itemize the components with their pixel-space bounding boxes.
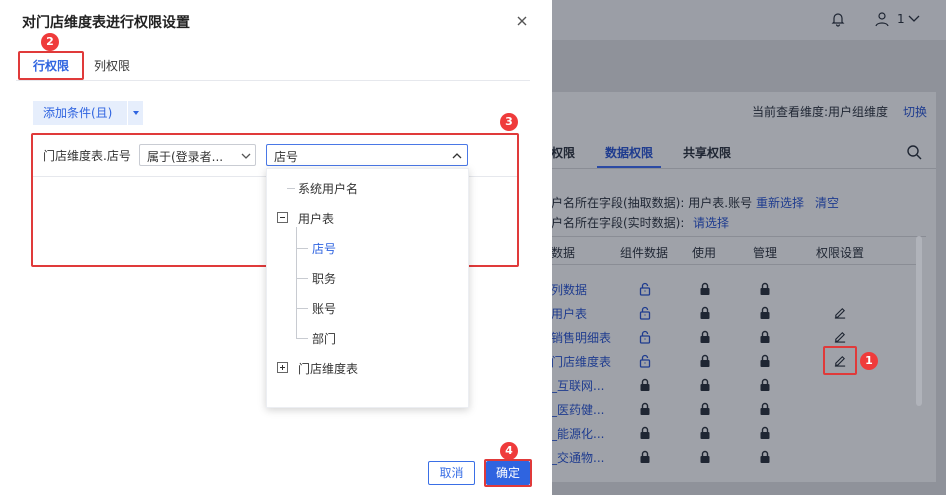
- tree-connector: [296, 278, 308, 279]
- lock-icon[interactable]: [638, 378, 652, 392]
- tree-collapse-toggle[interactable]: [277, 212, 288, 223]
- marker-badge-1: 1: [860, 352, 878, 370]
- lock-icon[interactable]: [698, 402, 712, 416]
- tree-item-position[interactable]: 职务: [312, 270, 336, 287]
- lock-icon[interactable]: [698, 450, 712, 464]
- table-row-name[interactable]: _能源化...: [551, 425, 604, 442]
- clear-link[interactable]: 清空: [815, 194, 839, 211]
- tab-divider: [540, 168, 936, 169]
- tab-row-permission[interactable]: 行权限: [33, 57, 69, 74]
- lock-icon[interactable]: [638, 426, 652, 440]
- lock-icon[interactable]: [698, 378, 712, 392]
- permission-dialog: 对门店维度表进行权限设置 2 行权限 列权限 添加条件(且) 3 门店维度表.店…: [0, 0, 552, 495]
- select-link[interactable]: 请选择: [693, 214, 729, 231]
- operator-select[interactable]: 属于(登录者...: [139, 144, 256, 166]
- reselect-link[interactable]: 重新选择: [756, 194, 804, 211]
- bell-icon[interactable]: [830, 11, 846, 27]
- add-condition-dropdown-button[interactable]: [127, 101, 143, 125]
- chevron-down-icon: [241, 153, 251, 159]
- table-row-name[interactable]: _互联网...: [551, 377, 604, 394]
- unlock-icon[interactable]: [638, 282, 652, 296]
- cancel-button[interactable]: 取消: [428, 461, 475, 485]
- search-icon[interactable]: [906, 144, 922, 160]
- field-row-extract-label: 户名所在字段(抽取数据): 用户表.账号: [551, 196, 753, 210]
- table-row-name[interactable]: 用户表: [551, 305, 587, 322]
- marker-badge-4: 4: [500, 442, 518, 460]
- view-info-label: 当前查看维度:用户组维度: [752, 105, 889, 119]
- table-header-line: [540, 264, 916, 265]
- tree-item-system-username[interactable]: 系统用户名: [298, 180, 358, 197]
- table-row-name[interactable]: _医药健...: [551, 401, 604, 418]
- edit-highlight-box: [823, 346, 857, 375]
- close-icon[interactable]: [513, 12, 531, 30]
- value-dropdown-tree: 系统用户名 用户表 店号 职务 账号 部门 门店维度表: [266, 168, 469, 408]
- lock-icon[interactable]: [638, 450, 652, 464]
- lock-icon[interactable]: [638, 402, 652, 416]
- table-row-name[interactable]: 列数据: [551, 281, 587, 298]
- user-icon[interactable]: [874, 11, 890, 27]
- table-row-name[interactable]: 门店维度表: [551, 353, 611, 370]
- table-row-name[interactable]: 销售明细表: [551, 329, 611, 346]
- tab-permission[interactable]: 权限: [551, 144, 575, 161]
- add-condition-button[interactable]: 添加条件(且): [33, 101, 127, 125]
- user-count: 1: [897, 12, 905, 26]
- confirm-button[interactable]: 确定: [486, 461, 530, 485]
- tree-item-store-dimension-table[interactable]: 门店维度表: [298, 360, 358, 377]
- switch-link[interactable]: 切换: [903, 103, 927, 120]
- lock-icon[interactable]: [698, 306, 712, 320]
- value-select[interactable]: 店号: [266, 144, 468, 166]
- lock-icon[interactable]: [698, 282, 712, 296]
- chevron-up-icon: [452, 153, 462, 159]
- th-use: 使用: [692, 246, 717, 260]
- lock-icon[interactable]: [758, 402, 772, 416]
- lock-icon[interactable]: [758, 378, 772, 392]
- tree-item-store-no[interactable]: 店号: [312, 240, 336, 257]
- tree-connector: [296, 227, 297, 338]
- dialog-title: 对门店维度表进行权限设置: [22, 15, 190, 31]
- tree-item-user-table[interactable]: 用户表: [298, 210, 334, 227]
- edit-icon[interactable]: [833, 329, 847, 343]
- edit-icon[interactable]: [833, 305, 847, 319]
- chevron-down-icon[interactable]: [908, 14, 920, 24]
- condition-field-label: 门店维度表.店号: [43, 149, 131, 163]
- permission-panel: [540, 92, 936, 482]
- table-top-line: [540, 236, 926, 237]
- lock-icon[interactable]: [698, 354, 712, 368]
- lock-icon[interactable]: [698, 426, 712, 440]
- lock-icon[interactable]: [758, 354, 772, 368]
- tab-data-permission[interactable]: 数据权限: [605, 144, 653, 161]
- unlock-icon[interactable]: [638, 306, 652, 320]
- tab-divider: [16, 80, 530, 81]
- operator-select-value: 属于(登录者...: [147, 150, 224, 164]
- table-scrollbar[interactable]: [916, 236, 922, 406]
- table-row-name[interactable]: _交通物...: [551, 449, 604, 466]
- value-select-value: 店号: [274, 150, 299, 164]
- lock-icon[interactable]: [758, 306, 772, 320]
- lock-icon[interactable]: [758, 450, 772, 464]
- tab-column-permission[interactable]: 列权限: [94, 57, 130, 74]
- tree-item-account[interactable]: 账号: [312, 300, 336, 317]
- th-manage: 管理: [753, 246, 778, 260]
- tree-connector: [296, 338, 308, 339]
- marker-badge-2: 2: [41, 33, 59, 51]
- tab-share-permission[interactable]: 共享权限: [683, 144, 731, 161]
- th-component-data: 组件数据: [620, 246, 669, 260]
- tree-item-department[interactable]: 部门: [312, 330, 336, 347]
- lock-icon[interactable]: [758, 426, 772, 440]
- tree-expand-toggle[interactable]: [277, 362, 288, 373]
- tree-connector: [287, 188, 295, 189]
- th-permission-settings: 权限设置: [816, 246, 865, 260]
- tree-connector: [296, 248, 308, 249]
- marker-badge-3: 3: [500, 113, 518, 131]
- tree-connector: [296, 308, 308, 309]
- th-data: 数据: [551, 246, 576, 260]
- unlock-icon[interactable]: [638, 330, 652, 344]
- field-row-realtime-label: 户名所在字段(实时数据):: [551, 216, 685, 230]
- lock-icon[interactable]: [698, 330, 712, 344]
- unlock-icon[interactable]: [638, 354, 652, 368]
- lock-icon[interactable]: [758, 282, 772, 296]
- lock-icon[interactable]: [758, 330, 772, 344]
